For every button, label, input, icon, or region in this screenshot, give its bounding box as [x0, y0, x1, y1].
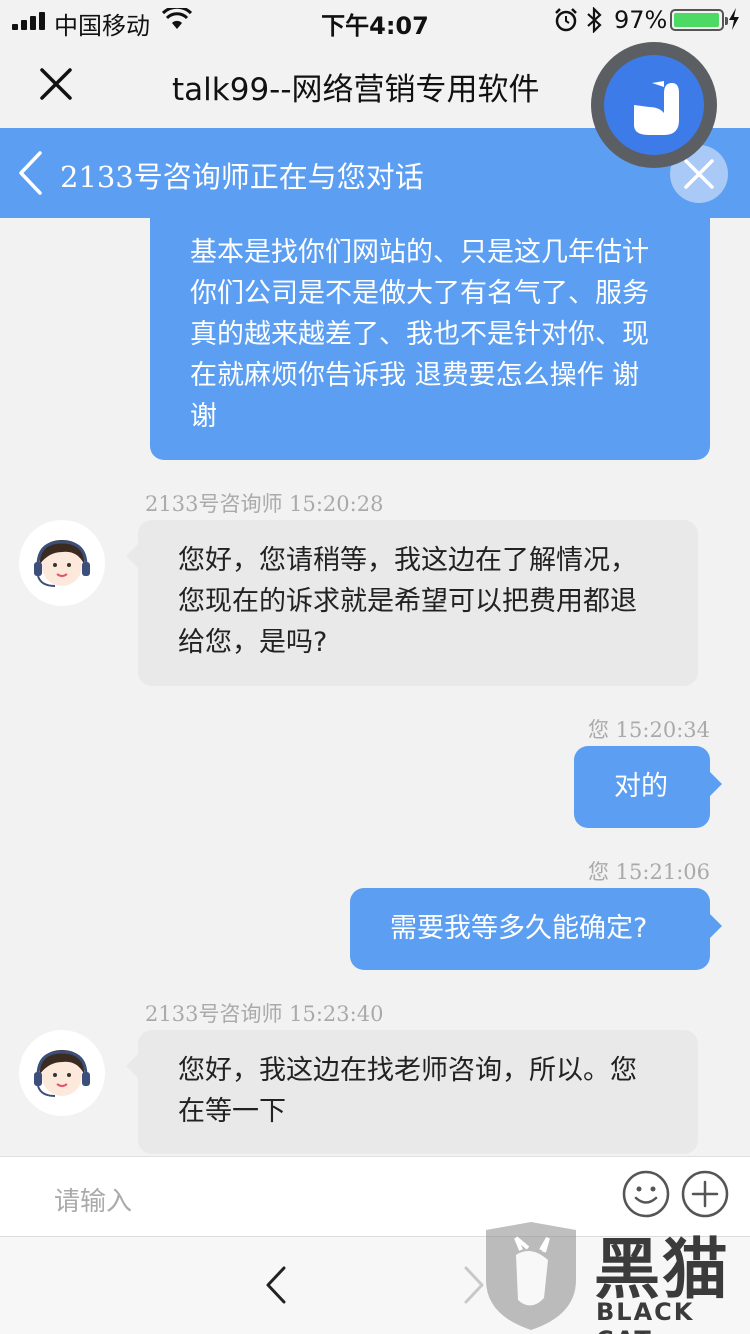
bubble-tail: [126, 544, 138, 568]
status-bar: 中国移动 下午4:07 97%: [0, 0, 750, 40]
agent-avatar-icon: [34, 1050, 90, 1097]
agent-avatar-icon: [34, 540, 90, 587]
message-text: 对的: [614, 771, 668, 802]
page-title: talk99--网络营销专用软件: [172, 72, 540, 108]
battery-icon: [670, 9, 728, 31]
charging-icon: [729, 8, 739, 30]
battery-level: [674, 13, 719, 27]
avatar: [19, 520, 105, 606]
user-message: 基本是找你们网站的、只是这几年估计 你们公司是不是做大了有名气了、服务 真的越来…: [150, 218, 710, 460]
user-message: 对的: [574, 746, 710, 828]
message-text: 需要我等多久能确定?: [390, 913, 648, 944]
black-cat-watermark: 黑猫 BLACK CAT: [476, 1216, 750, 1334]
chevron-left-icon[interactable]: [264, 1265, 288, 1305]
message-list[interactable]: 基本是找你们网站的、只是这几年估计 你们公司是不是做大了有名气了、服务 真的越来…: [0, 218, 750, 1156]
watermark-name-en: BLACK CAT: [596, 1298, 695, 1334]
bubble-tail: [710, 914, 722, 938]
bubble-tail: [710, 772, 722, 796]
message-meta: 2133号咨询师 15:23:40: [145, 1002, 384, 1026]
close-icon[interactable]: [36, 64, 76, 104]
bluetooth-icon: [587, 7, 602, 33]
user-message: 需要我等多久能确定?: [350, 888, 710, 970]
alarm-icon: [555, 8, 577, 32]
chevron-left-icon[interactable]: [16, 150, 44, 196]
agent-message: 您好，您请稍等，我这边在了解情况， 您现在的诉求就是希望可以把费用都退 给您，是…: [138, 520, 698, 686]
message-text: 您好，您请稍等，我这边在了解情况， 您现在的诉求就是希望可以把费用都退 给您，是…: [178, 545, 637, 658]
agent-message: 您好，我这边在找老师咨询，所以。您 在等一下: [138, 1030, 698, 1154]
message-meta: 您 15:21:06: [588, 860, 710, 884]
message-meta: 2133号咨询师 15:20:28: [145, 492, 384, 516]
message-input[interactable]: 请输入: [54, 1181, 132, 1218]
message-text: 您好，我这边在找老师咨询，所以。您 在等一下: [178, 1055, 637, 1127]
bubble-tail: [126, 1054, 138, 1078]
logo-badge: [604, 55, 704, 155]
duck-logo-icon[interactable]: [591, 42, 717, 168]
cat-shield-icon: [486, 1222, 576, 1330]
message-text: 基本是找你们网站的、只是这几年估计 你们公司是不是做大了有名气了、服务 真的越来…: [190, 237, 649, 432]
chat-header-title: 2133号咨询师正在与您对话: [60, 160, 424, 194]
avatar: [19, 1030, 105, 1116]
plus-icon[interactable]: [680, 1169, 730, 1219]
smiley-icon[interactable]: [621, 1169, 671, 1219]
message-meta: 您 15:20:34: [588, 718, 710, 742]
duck-glyph: [634, 81, 679, 135]
battery-percent: 97%: [614, 6, 668, 34]
